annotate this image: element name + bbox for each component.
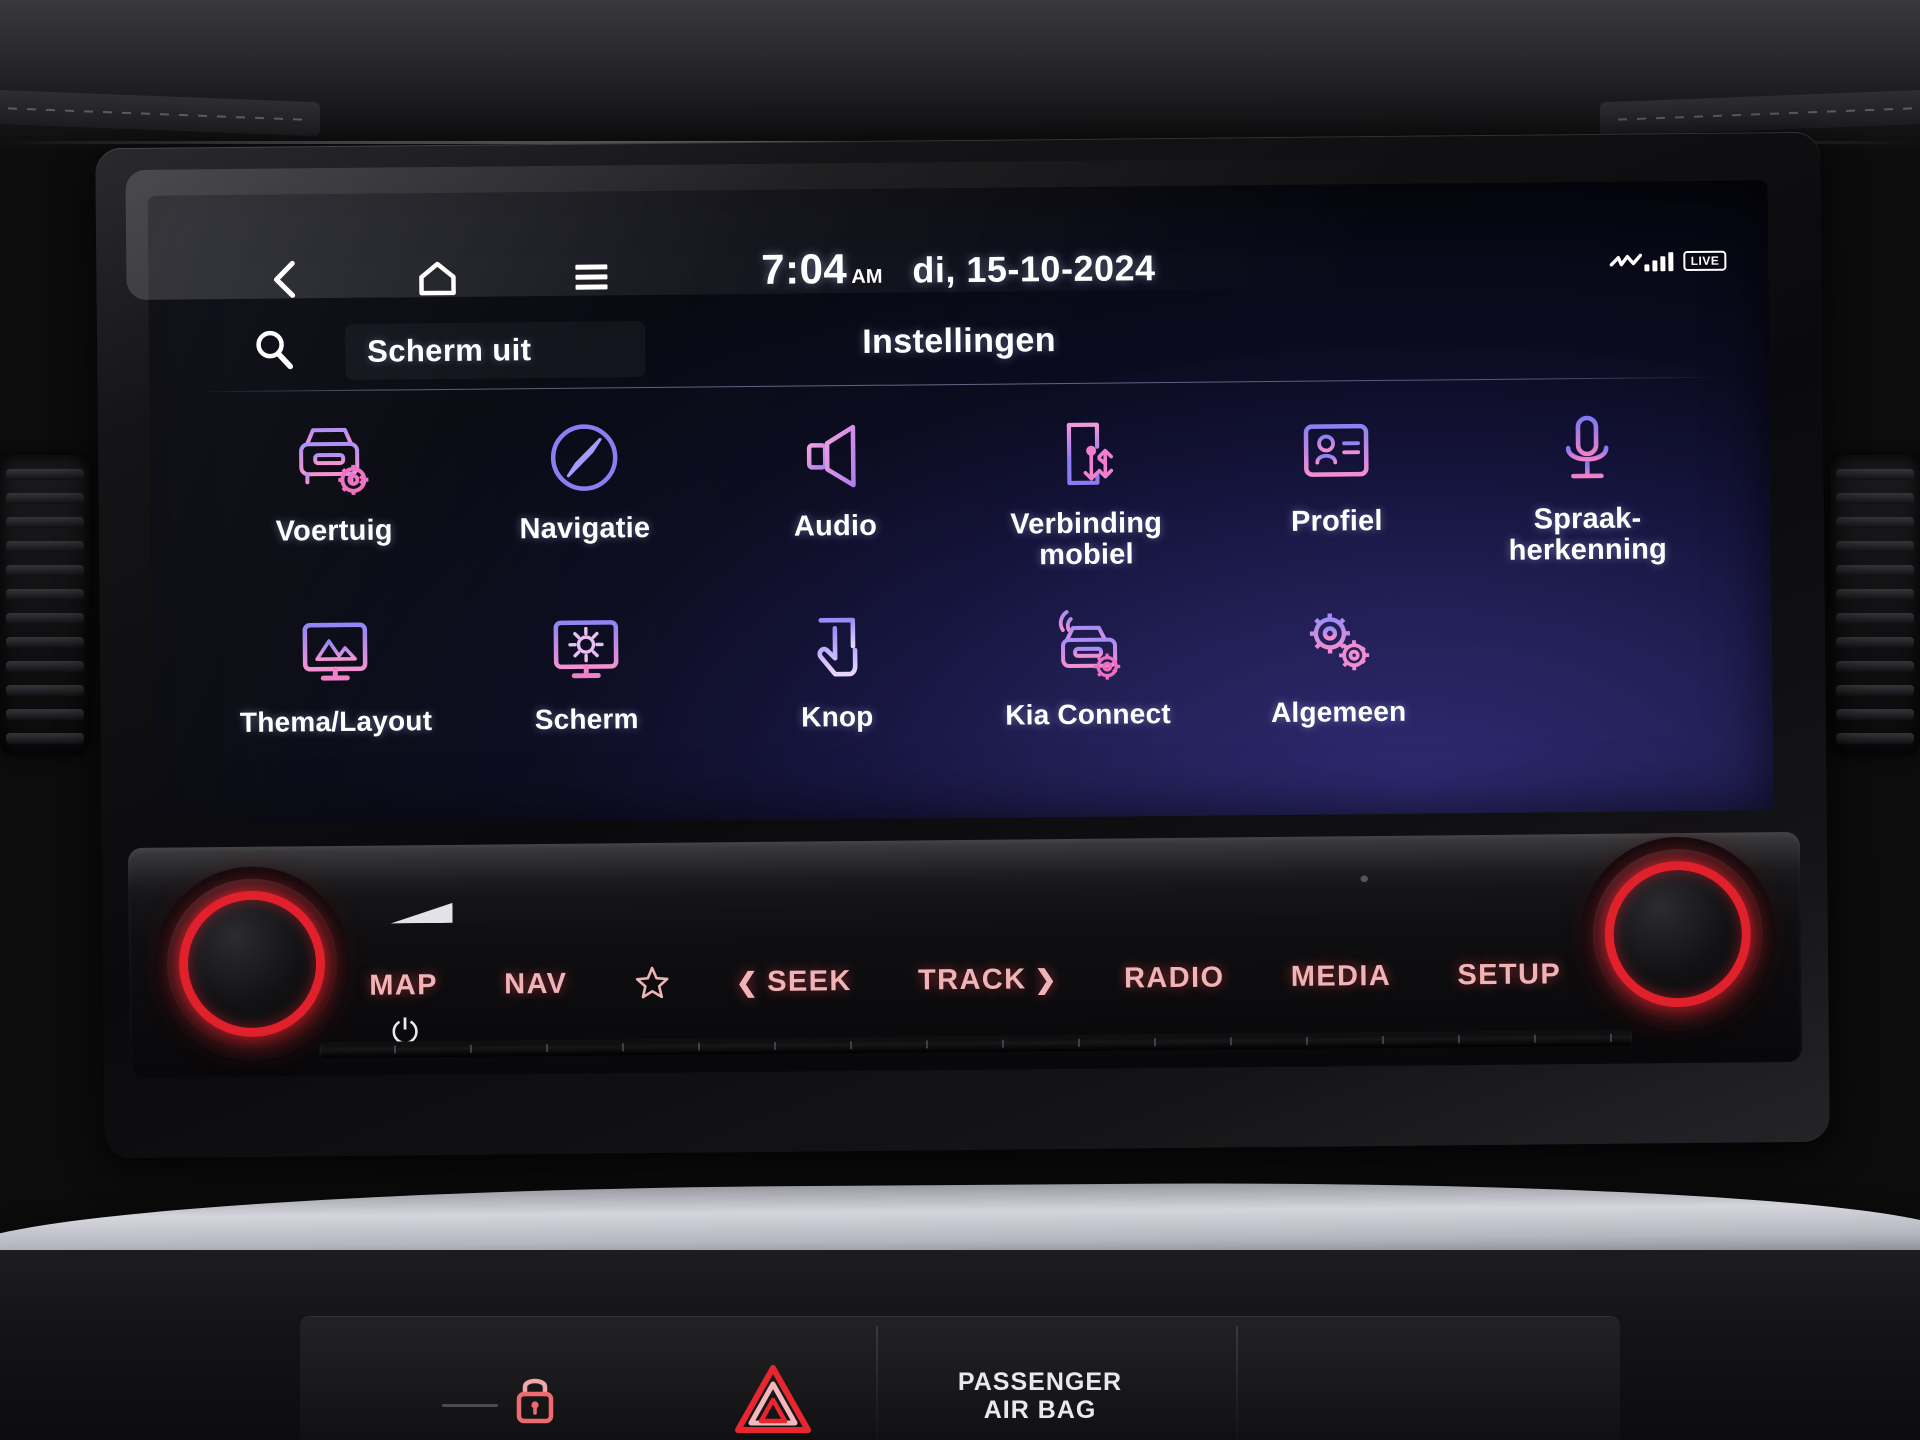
chevron-right-icon: ❯	[1034, 963, 1058, 994]
kia-logo-icon	[1610, 253, 1643, 266]
nav-button-label: NAV	[504, 967, 568, 1000]
connected-car-icon	[1041, 597, 1134, 694]
settings-row-2: Thema/Layout Scherm Knop Kia Connect Alg…	[210, 587, 1715, 738]
map-button[interactable]: MAP	[369, 969, 438, 1003]
volume-wedge-icon	[390, 903, 452, 924]
status-indicators: LIVE	[1610, 250, 1727, 272]
menu-item-spraakherkenning[interactable]: Spraak- herkenning	[1461, 397, 1713, 568]
microphone-icon	[1540, 402, 1633, 499]
track-button-label: TRACK	[917, 962, 1027, 996]
chevron-left-icon: ❮	[735, 966, 760, 997]
reset-pinhole	[1360, 874, 1369, 883]
menu-item-profiel[interactable]: Profiel	[1210, 399, 1462, 570]
seek-button-label: SEEK	[767, 964, 852, 998]
track-button[interactable]: TRACK ❯	[918, 963, 1058, 997]
menu-item-navigatie[interactable]: Navigatie	[458, 406, 710, 577]
disc-slot	[319, 1029, 1632, 1059]
settings-menu-grid: Voertuig Navigatie Audio Verbinding mobi…	[208, 397, 1715, 738]
menu-item-label: Thema/Layout	[239, 704, 433, 738]
power-volume-knob[interactable]	[166, 878, 338, 1050]
id-card-icon	[1290, 404, 1383, 501]
monitor-image-icon	[289, 604, 382, 701]
menu-item-label: Audio	[793, 509, 878, 543]
screen-search-row: Scherm uit Instellingen	[149, 302, 1770, 390]
strip-gloss	[127, 831, 1801, 901]
passenger-airbag-indicator: PASSENGER AIR BAG	[900, 1368, 1180, 1424]
airbag-line-2: AIR BAG	[983, 1396, 1097, 1424]
menu-item-audio[interactable]: Audio	[709, 404, 961, 575]
phone-connectivity-icon	[1039, 406, 1132, 503]
clock-ampm: AM	[851, 265, 883, 289]
media-button[interactable]: MEDIA	[1291, 959, 1392, 993]
menu-item-label: Kia Connect	[1005, 697, 1171, 731]
menu-item-label: Verbinding mobiel	[1010, 507, 1163, 572]
menu-item-kia-connect[interactable]: Kia Connect	[962, 592, 1214, 731]
door-lock-icon	[516, 1378, 554, 1424]
clock-display: 7:04 AM di, 15-10-2024	[148, 236, 1768, 300]
menu-item-algemeen[interactable]: Algemeen	[1212, 590, 1464, 729]
panel-divider-left	[876, 1326, 878, 1440]
settings-row-1: Voertuig Navigatie Audio Verbinding mobi…	[208, 397, 1714, 580]
clock-date: di, 15-10-2024	[912, 247, 1156, 291]
menu-item-voertuig[interactable]: Voertuig	[208, 409, 460, 580]
nav-button[interactable]: NAV	[504, 967, 568, 1001]
menu-item-label: Scherm	[534, 702, 639, 735]
infotainment-screen: 7:04 AM di, 15-10-2024 LIVE Scherm uit I…	[147, 180, 1774, 826]
head-unit-bezel: 7:04 AM di, 15-10-2024 LIVE Scherm uit I…	[95, 131, 1830, 1159]
air-vent-right	[1830, 455, 1920, 755]
menu-item-scherm[interactable]: Scherm	[460, 597, 712, 736]
grid-spacer	[1463, 587, 1715, 726]
menu-item-label: Knop	[801, 700, 874, 733]
car-settings-icon	[287, 414, 380, 511]
hardware-control-strip: ⏻ MAP NAV ❮ SEEK TRACK ❯ RADIO MEDIA SET…	[127, 831, 1803, 1079]
menu-item-verbinding-mobiel[interactable]: Verbinding mobiel	[960, 402, 1212, 573]
menu-item-label: Algemeen	[1270, 695, 1407, 728]
hand-touch-icon	[790, 599, 883, 696]
star-icon	[635, 966, 668, 999]
menu-item-label: Profiel	[1290, 504, 1383, 538]
tune-knob[interactable]	[1591, 848, 1764, 1020]
favorites-button[interactable]	[634, 965, 670, 1001]
setup-button[interactable]: SETUP	[1457, 958, 1561, 992]
compass-icon	[538, 411, 631, 508]
clock-time: 7:04	[760, 245, 848, 293]
airbag-line-1: PASSENGER	[957, 1368, 1123, 1396]
menu-item-label: Spraak- herkenning	[1508, 502, 1668, 568]
connectivity-indicator	[1610, 251, 1674, 272]
menu-item-label: Voertuig	[275, 514, 393, 548]
dashboard-scene: 7:04 AM di, 15-10-2024 LIVE Scherm uit I…	[0, 0, 1920, 1440]
map-button-label: MAP	[369, 968, 439, 1002]
panel-divider-right	[1236, 1326, 1238, 1440]
monitor-brightness-icon	[540, 602, 633, 699]
air-vent-left	[0, 455, 90, 755]
menu-item-knop[interactable]: Knop	[711, 595, 963, 734]
door-lock-button[interactable]	[512, 1370, 558, 1431]
seek-button[interactable]: ❮ SEEK	[736, 965, 852, 999]
media-button-label: MEDIA	[1290, 959, 1392, 993]
panel-dash-marking	[442, 1404, 498, 1407]
gears-icon	[1292, 595, 1385, 692]
radio-button[interactable]: RADIO	[1124, 961, 1225, 995]
live-badge: LIVE	[1683, 250, 1727, 272]
hardware-button-row: MAP NAV ❮ SEEK TRACK ❯ RADIO MEDIA SETUP	[369, 944, 1562, 1015]
page-title: Instellingen	[862, 321, 1057, 361]
menu-item-thema-layout[interactable]: Thema/Layout	[210, 599, 462, 738]
menu-item-label: Navigatie	[519, 511, 651, 546]
speaker-icon	[788, 409, 881, 506]
radio-button-label: RADIO	[1123, 961, 1225, 994]
hazard-triangle-icon	[735, 1365, 811, 1433]
hazard-lights-button[interactable]	[735, 1364, 811, 1439]
setup-button-label: SETUP	[1457, 957, 1562, 991]
